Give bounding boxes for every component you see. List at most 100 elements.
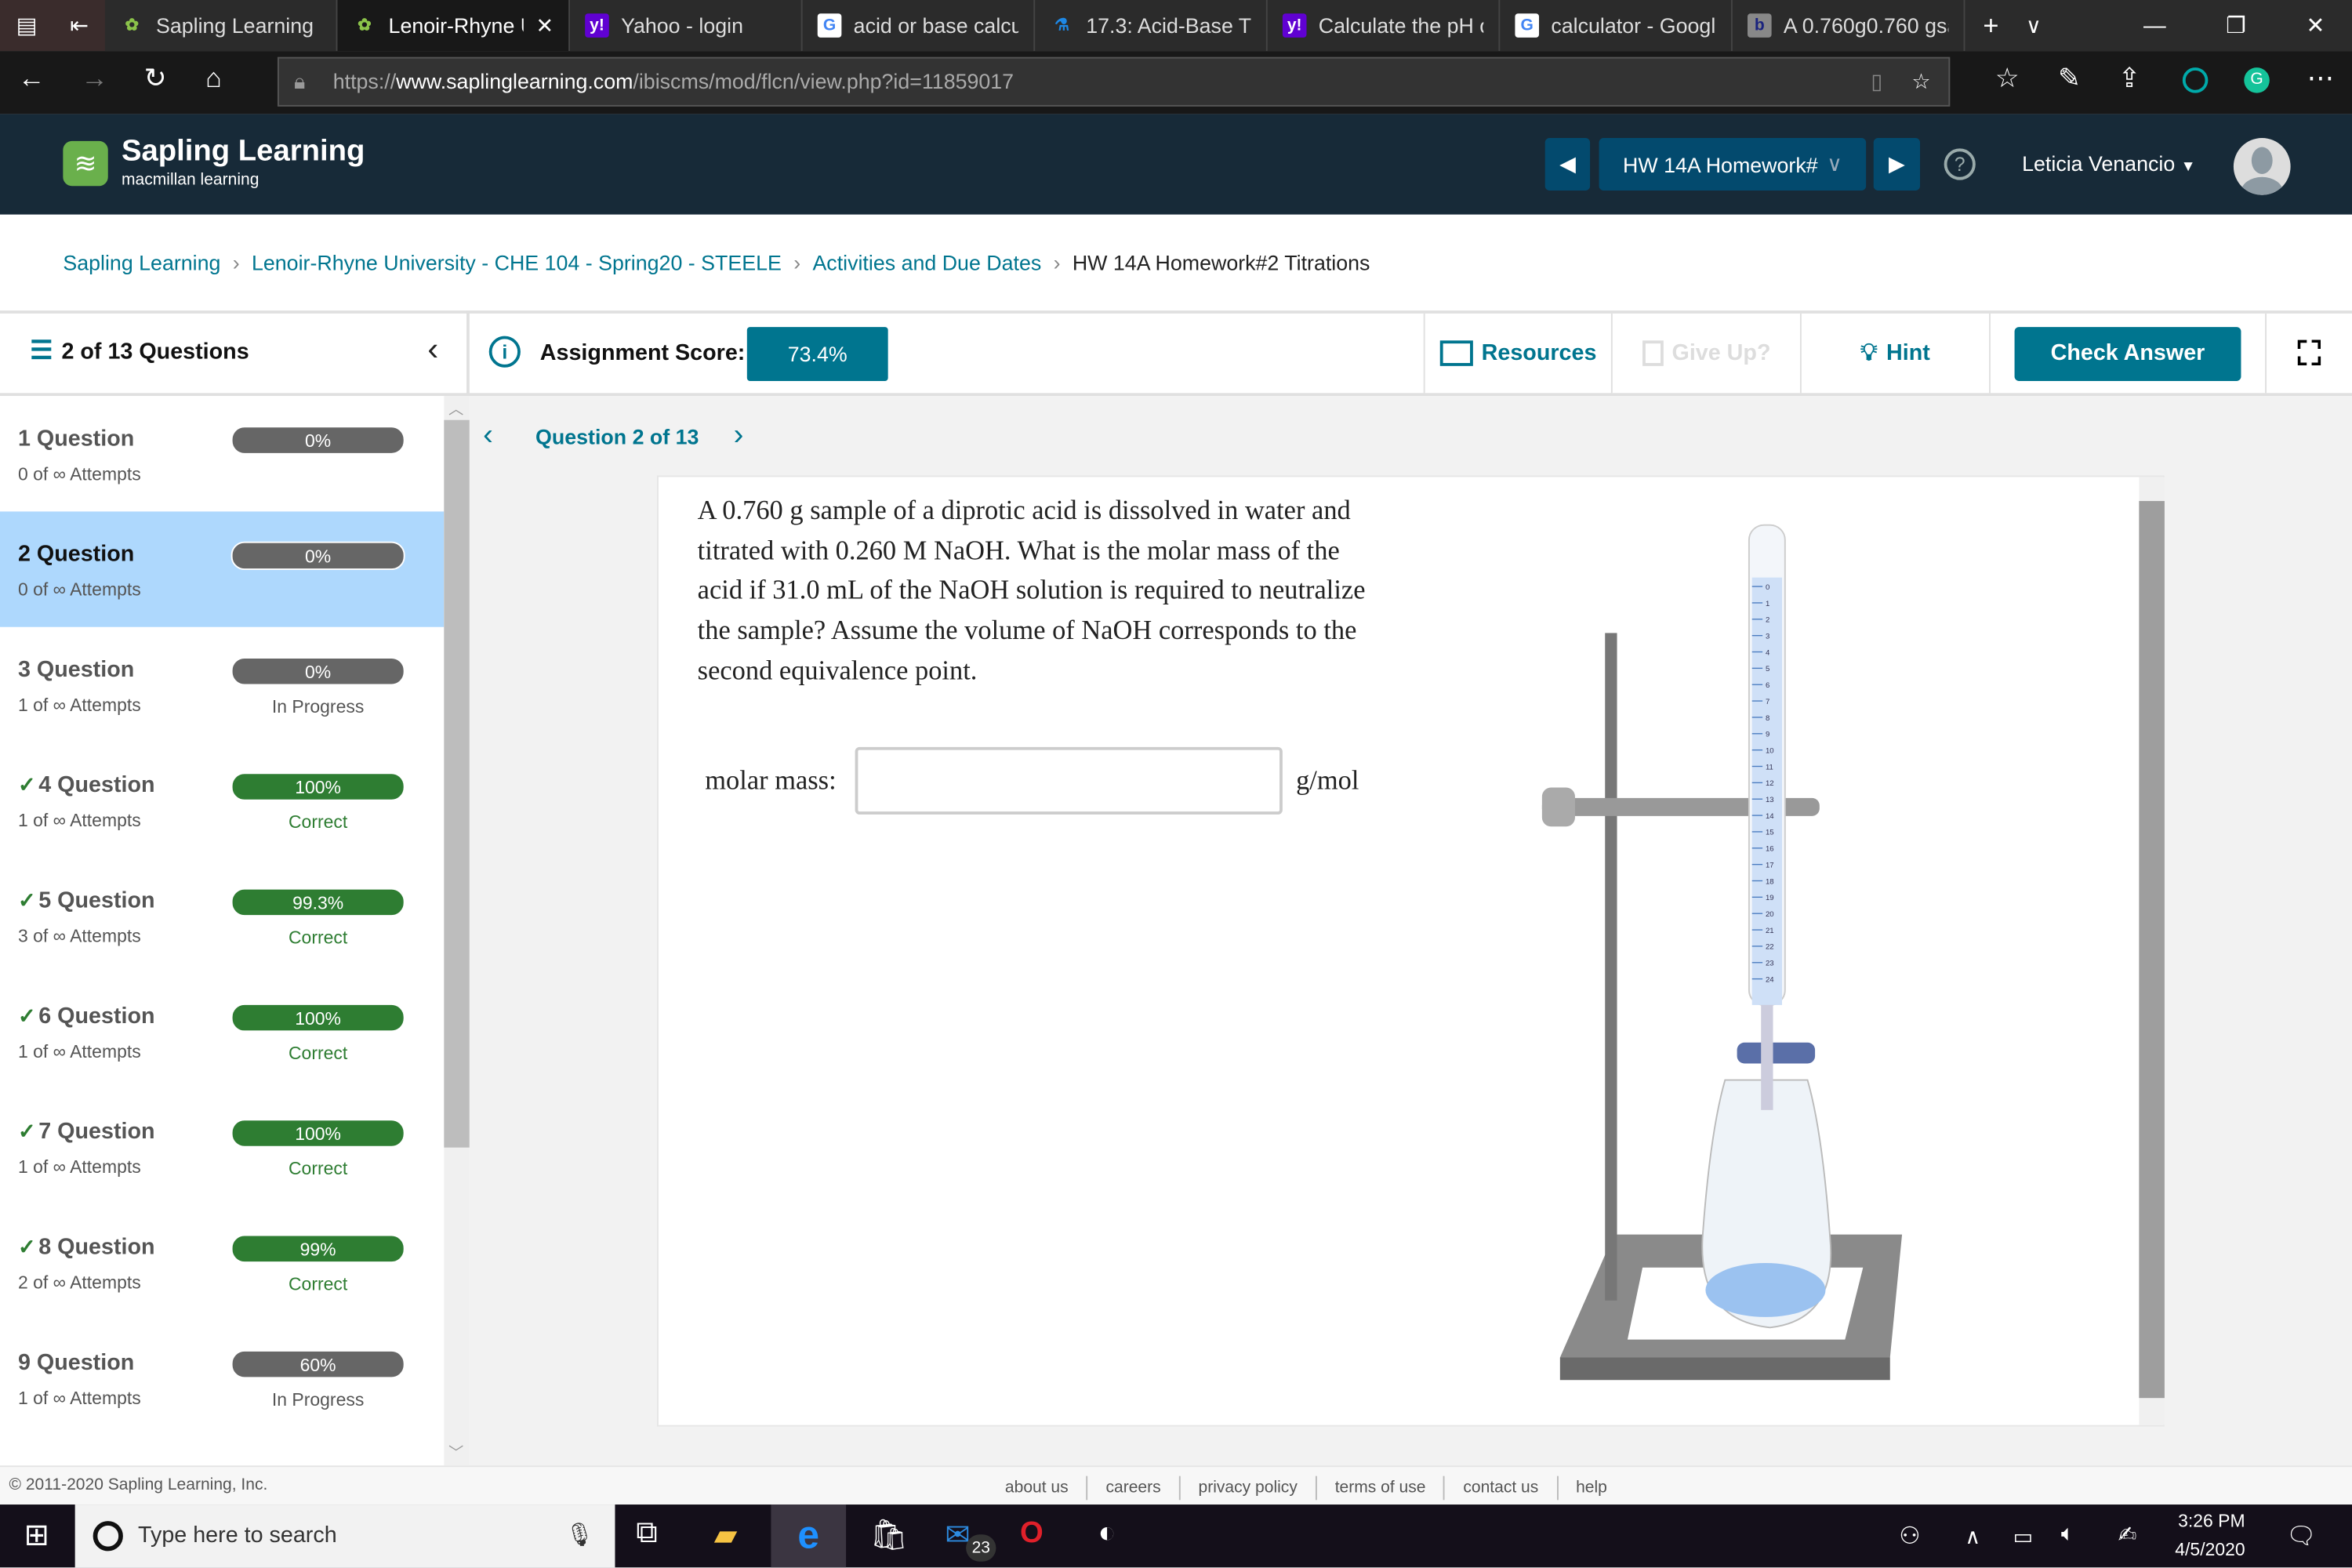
more-icon[interactable]: ⋯: [2307, 63, 2334, 94]
browser-tab[interactable]: Gcalculator - Google: [1500, 0, 1733, 52]
card-scrollbar-thumb[interactable]: [2139, 501, 2165, 1399]
opera-icon[interactable]: O: [1020, 1516, 1044, 1551]
scroll-down-icon[interactable]: ﹀: [448, 1440, 463, 1462]
question-list-item[interactable]: 9 Question 1 of ∞ Attempts 60% In Progre…: [0, 1320, 444, 1436]
favorite-star-icon[interactable]: ☆: [1911, 59, 1930, 105]
question-list-item[interactable]: ✓ 7 Question 1 of ∞ Attempts 100% Correct: [0, 1089, 444, 1204]
question-list: 1 Question 0 of ∞ Attempts 0% 2 Question…: [0, 396, 445, 1466]
footer-link[interactable]: about us: [987, 1476, 1087, 1501]
footer-link[interactable]: careers: [1086, 1475, 1179, 1501]
question-title: 6 Question: [38, 1003, 155, 1029]
browser-tab[interactable]: y! Calculate the pH o: [1268, 0, 1501, 52]
breadcrumb-activities[interactable]: Activities and Due Dates: [812, 251, 1041, 275]
clock-time[interactable]: 3:26 PM: [2178, 1511, 2245, 1532]
refresh-icon[interactable]: ↻: [144, 63, 167, 94]
avatar[interactable]: [2233, 138, 2291, 195]
people-icon[interactable]: ⚇: [1899, 1521, 1920, 1551]
question-text: A 0.760 g sample of a diprotic acid is d…: [697, 495, 1366, 686]
sidebar-scrollbar-thumb[interactable]: [444, 419, 470, 1148]
footer-link[interactable]: contact us: [1443, 1475, 1556, 1501]
windows-start-icon[interactable]: ⊞: [24, 1516, 49, 1554]
breadcrumb-sapling[interactable]: Sapling Learning: [63, 251, 220, 275]
new-tab-icon[interactable]: +: [1983, 9, 1998, 41]
question-list-item[interactable]: 3 Question 1 of ∞ Attempts 0% In Progres…: [0, 627, 444, 742]
check-circle-icon: ✓: [17, 887, 36, 913]
close-window-icon[interactable]: ✕: [2307, 12, 2325, 39]
info-icon[interactable]: i: [488, 336, 521, 368]
restore-icon[interactable]: ❐: [2226, 12, 2246, 39]
question-list-item[interactable]: 1 Question 0 of ∞ Attempts 0%: [0, 396, 444, 511]
photos-icon[interactable]: ◐: [1098, 1516, 1116, 1551]
close-tab-icon[interactable]: ✕: [536, 13, 554, 38]
home-icon[interactable]: ⌂: [205, 63, 222, 94]
browser-tab[interactable]: Gacid or base calcul: [803, 0, 1036, 52]
task-view-icon[interactable]: ⧉: [636, 1516, 657, 1551]
question-list-item[interactable]: ✓ 4 Question 1 of ∞ Attempts 100% Correct: [0, 742, 444, 858]
browser-tab[interactable]: b A 0.760g0.760 gsa: [1733, 0, 1965, 52]
previous-question-icon[interactable]: ‹: [483, 419, 493, 453]
breadcrumb-current: HW 14A Homework#2 Titrations: [1072, 250, 1370, 275]
burette-tick-label: 15: [1766, 829, 1774, 837]
file-explorer-icon[interactable]: ▰: [714, 1516, 737, 1554]
brand-name[interactable]: Sapling Learning: [122, 135, 365, 169]
forward-icon[interactable]: →: [81, 63, 107, 94]
question-list-icon[interactable]: ☰: [30, 336, 53, 366]
battery-icon[interactable]: ▭: [2013, 1524, 2033, 1550]
share-icon[interactable]: ⇪: [2118, 63, 2141, 94]
set-aside-tabs-icon[interactable]: ⇤: [70, 12, 89, 39]
minimize-icon[interactable]: —: [2143, 13, 2166, 38]
clock-date[interactable]: 4/5/2020: [2175, 1539, 2245, 1560]
microphone-icon[interactable]: 🎙︎: [565, 1504, 593, 1567]
question-attempts: 1 of ∞ Attempts: [17, 810, 141, 831]
browser-tab[interactable]: ⚗ 17.3: Acid-Base Tit: [1035, 0, 1268, 52]
footer-link[interactable]: help: [1556, 1475, 1625, 1501]
tab-actions-icon[interactable]: ▤: [16, 12, 38, 39]
fullscreen-icon[interactable]: ⛶: [2265, 313, 2352, 394]
footer-link[interactable]: privacy policy: [1178, 1475, 1316, 1501]
tab-title: Yahoo - login: [621, 13, 743, 38]
taskbar-search-input[interactable]: Type here to search 🎙︎: [74, 1504, 615, 1568]
show-hidden-icons[interactable]: ∧: [1965, 1524, 1980, 1550]
browser-tab[interactable]: ✿ Sapling Learning |: [105, 0, 338, 52]
collapse-sidebar-icon[interactable]: ‹: [427, 330, 438, 369]
next-question-icon[interactable]: ›: [734, 419, 744, 453]
hint-button[interactable]: 💡︎ Hint: [1799, 313, 1989, 394]
burette-tick-label: 0: [1766, 583, 1769, 592]
back-icon[interactable]: ←: [18, 63, 45, 94]
give-up-button[interactable]: Give Up?: [1610, 313, 1800, 394]
question-list-item[interactable]: ✓ 8 Question 2 of ∞ Attempts 99% Correct: [0, 1204, 444, 1319]
check-answer-button[interactable]: Check Answer: [2014, 326, 2241, 381]
assignment-select[interactable]: HW 14A Homework# ∨: [1599, 138, 1867, 191]
sapling-logo-icon[interactable]: ≋: [63, 140, 108, 187]
scroll-up-icon[interactable]: ︿: [448, 396, 463, 419]
breadcrumb-course[interactable]: Lenoir-Rhyne University - CHE 104 - Spri…: [252, 251, 782, 275]
browser-tab[interactable]: ✿ Lenoir-Rhyne U ✕: [337, 0, 571, 52]
action-center-icon[interactable]: 🗨︎: [2286, 1521, 2317, 1551]
user-menu[interactable]: Leticia Venancio ▼: [2022, 151, 2195, 176]
help-icon[interactable]: ?: [1944, 148, 1976, 180]
question-list-item[interactable]: ✓ 5 Question 3 of ∞ Attempts 99.3% Correc…: [0, 858, 444, 973]
pen-workspace-icon[interactable]: ✍︎: [2118, 1521, 2137, 1548]
favorites-icon[interactable]: ☆: [1995, 63, 2020, 94]
resources-button[interactable]: Resources: [1423, 313, 1611, 394]
footer-link[interactable]: terms of use: [1315, 1475, 1444, 1501]
edge-taskbar-button[interactable]: e: [771, 1504, 847, 1568]
question-list-item[interactable]: 2 Question 0 of ∞ Attempts 0%: [0, 511, 445, 627]
previous-assignment-button[interactable]: ◀: [1544, 138, 1591, 191]
extension-icon[interactable]: [2182, 67, 2209, 93]
browser-tab[interactable]: y! Yahoo - login: [570, 0, 803, 52]
volume-icon[interactable]: 🔈︎: [2061, 1521, 2074, 1547]
question-list-item[interactable]: ✓ 6 Question 1 of ∞ Attempts 100% Correct: [0, 974, 444, 1089]
molar-mass-input[interactable]: [855, 746, 1283, 815]
next-assignment-button[interactable]: ▶: [1873, 138, 1921, 191]
pen-icon[interactable]: ✎: [2058, 63, 2081, 94]
grammarly-icon[interactable]: G: [2244, 67, 2270, 93]
tab-preview-chevron-icon[interactable]: ∨: [2026, 13, 2042, 38]
burette-tick-label: 12: [1766, 779, 1774, 788]
reading-view-icon[interactable]: ▯: [1871, 59, 1882, 105]
url-path: /ibiscms/mod/flcn/view.php?id=11859017: [633, 69, 1014, 93]
url-input[interactable]: 🔒︎ https://www.saplinglearning.com/ibisc…: [277, 56, 1951, 107]
stopcock[interactable]: [1737, 1042, 1816, 1064]
store-icon[interactable]: 🛍︎: [870, 1516, 909, 1554]
question-attempts: 1 of ∞ Attempts: [17, 694, 141, 716]
